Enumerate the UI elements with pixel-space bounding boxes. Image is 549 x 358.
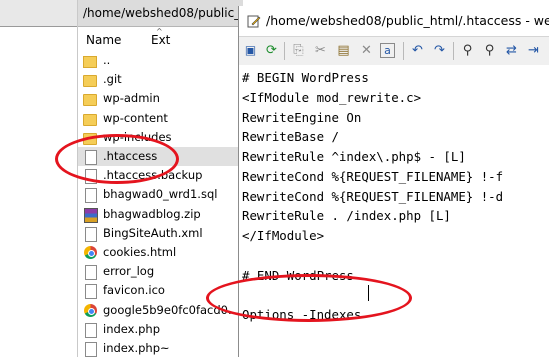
remote-file-panel: /home/webshed08/public_html Name ^ Ext .… xyxy=(78,0,243,358)
file-row[interactable]: .. xyxy=(78,51,238,70)
code-line: RewriteEngine On xyxy=(242,109,362,125)
file-icon xyxy=(85,188,97,204)
file-icon xyxy=(85,150,97,165)
file-name: .. xyxy=(103,53,111,67)
cut-icon[interactable]: ✂ xyxy=(312,42,329,59)
copy-icon[interactable]: ⎘ xyxy=(290,42,307,59)
archive-icon xyxy=(84,207,98,223)
toolbar-separator xyxy=(453,42,454,60)
code-line: # END WordPress xyxy=(242,267,354,283)
chrome-icon xyxy=(84,246,97,259)
file-row[interactable]: google5b9e0fc0facd0... xyxy=(78,301,239,320)
find-next-icon[interactable]: ⚲ xyxy=(481,42,498,59)
file-list-header: Name ^ Ext xyxy=(78,27,238,51)
file-name: .htaccess xyxy=(103,149,158,163)
file-row[interactable]: cookies.html xyxy=(78,243,238,262)
file-name: google5b9e0fc0facd0... xyxy=(103,302,239,317)
refresh-icon[interactable]: ⟳ xyxy=(263,42,280,59)
file-name: .htaccess.backup xyxy=(103,168,203,183)
file-icon xyxy=(85,169,97,185)
folder-icon xyxy=(83,94,97,107)
save-icon[interactable]: ▣ xyxy=(242,42,259,59)
code-line: RewriteRule . /index.php [L] xyxy=(242,208,451,224)
file-name: wp-content xyxy=(103,110,168,125)
file-name: error_log xyxy=(103,264,155,279)
text-cursor xyxy=(368,285,369,301)
folder-icon xyxy=(83,132,97,145)
left-panel xyxy=(0,0,78,357)
folder-icon xyxy=(83,75,97,88)
file-name: .git xyxy=(103,72,122,87)
file-name: cookies.html xyxy=(103,245,177,259)
find-icon[interactable]: ⚲ xyxy=(459,42,476,59)
file-row[interactable]: BingSiteAuth.xml xyxy=(78,224,238,243)
file-icon xyxy=(85,226,97,242)
file-row[interactable]: bhagwad0_wrd1.sql xyxy=(78,185,238,204)
file-icon xyxy=(85,284,97,300)
file-row[interactable]: wp-includes xyxy=(78,128,238,147)
paste-icon[interactable]: ▤ xyxy=(335,42,352,59)
goto-icon[interactable]: ⇥ xyxy=(525,42,542,59)
column-header-ext[interactable]: Ext xyxy=(151,33,170,47)
left-panel-divider xyxy=(0,26,77,27)
code-line: # BEGIN WordPress xyxy=(242,70,369,85)
code-line: RewriteCond %{REQUEST_FILENAME} !-f xyxy=(242,168,504,184)
path-bar[interactable]: /home/webshed08/public_html xyxy=(78,0,243,27)
file-row[interactable]: error_log xyxy=(78,262,238,281)
left-panel-toolbar xyxy=(0,0,77,27)
file-row[interactable]: bhagwadblog.zip xyxy=(78,205,238,224)
code-line: RewriteBase / xyxy=(242,129,339,145)
file-name: bhagwadblog.zip xyxy=(103,206,201,221)
folder-up-icon xyxy=(83,56,97,68)
file-name: wp-admin xyxy=(103,91,160,106)
undo-icon[interactable]: ↶ xyxy=(409,42,426,59)
editor-text-area[interactable]: # BEGIN WordPress <IfModule mod_rewrite.c… xyxy=(239,65,549,357)
file-row[interactable]: index.php xyxy=(78,320,238,339)
file-row[interactable]: index.php~ xyxy=(78,339,238,358)
editor-title-bar: /home/webshed08/public_html/.htaccess - … xyxy=(239,6,549,36)
column-header-name[interactable]: Name xyxy=(86,33,121,47)
file-icon xyxy=(85,342,97,357)
file-row[interactable]: favicon.ico xyxy=(78,281,238,300)
file-row[interactable]: .htaccess.backup xyxy=(78,166,238,185)
editor-toolbar: ▣ ⟳ ⎘ ✂ ▤ ✕ a ↶ ↷ ⚲ ⚲ ⇄ ⇥ xyxy=(239,36,549,66)
delete-icon[interactable]: ✕ xyxy=(358,42,375,59)
file-icon xyxy=(85,265,97,281)
folder-icon xyxy=(83,113,97,126)
code-line: RewriteRule ^index\.php$ - [L] xyxy=(242,149,466,164)
file-row[interactable]: wp-admin xyxy=(78,89,238,108)
code-line: </IfModule> xyxy=(242,228,325,243)
file-name: wp-includes xyxy=(103,129,172,144)
code-line: Options -Indexes xyxy=(242,307,362,322)
redo-icon[interactable]: ↷ xyxy=(431,42,448,59)
code-line: <IfModule mod_rewrite.c> xyxy=(242,89,422,105)
file-row[interactable]: .htaccess xyxy=(78,147,238,166)
editor-window: /home/webshed08/public_html/.htaccess - … xyxy=(238,6,549,357)
edit-file-icon xyxy=(247,15,261,28)
file-name: index.php xyxy=(103,321,161,336)
select-all-icon[interactable]: a xyxy=(380,43,395,58)
file-icon xyxy=(85,322,97,338)
file-name: index.php~ xyxy=(103,341,170,355)
file-name: BingSiteAuth.xml xyxy=(103,225,203,240)
file-row[interactable]: wp-content xyxy=(78,109,238,128)
file-name: favicon.ico xyxy=(103,283,165,298)
toolbar-separator xyxy=(284,42,285,60)
code-line: RewriteCond %{REQUEST_FILENAME} !-d xyxy=(242,188,504,204)
toolbar-separator xyxy=(403,42,404,60)
file-row[interactable]: .git xyxy=(78,70,238,89)
editor-title: /home/webshed08/public_html/.htaccess - … xyxy=(266,13,549,28)
replace-icon[interactable]: ⇄ xyxy=(503,42,520,59)
chrome-icon xyxy=(84,303,97,317)
file-name: bhagwad0_wrd1.sql xyxy=(103,187,218,202)
